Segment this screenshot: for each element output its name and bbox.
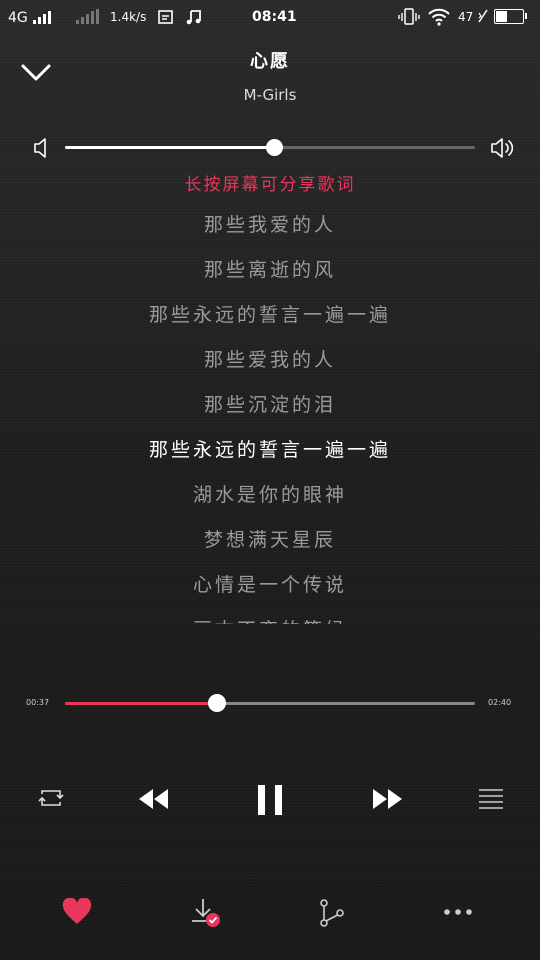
repeat-icon[interactable] [36,786,66,810]
charging-slash-icon [478,9,488,23]
clock: 08:41 [252,9,297,25]
progress-bar[interactable] [65,694,475,712]
network-type: 4G [8,10,28,26]
volume-low-icon[interactable] [32,137,52,159]
volume-slider-fill [65,146,275,149]
progress-bar-fill [65,702,217,705]
volume-slider[interactable] [65,139,475,156]
lyric-line: 那些我爱的人 [203,214,336,236]
lyric-line: 那些爱我的人 [203,349,336,371]
volume-slider-thumb[interactable] [266,139,284,156]
signal-weak-icon [76,9,99,24]
battery-percent: 47 [458,10,474,24]
lyric-line: 亘古不变的等候 [0,605,540,624]
status-bar: 4G 1.4k/s 08:41 47 [0,0,540,34]
battery-fill [496,11,508,22]
lyric-line: 那些永远的誓言一遍一遍 [148,304,391,326]
favorite-icon[interactable] [62,898,92,926]
vibrate-icon [398,8,420,25]
lyric-line-current: 那些永远的誓言一遍一遍 [148,439,391,461]
lyric-line: 心情是一个传说 [192,574,347,596]
more-icon[interactable] [443,906,473,918]
lyrics-view[interactable]: 那些我爱的人 那些离逝的风 那些永远的誓言一遍一遍 那些爱我的人 那些沉淀的泪 那些永远的… [0,200,540,624]
signal-icon [33,10,51,24]
current-time: 00:37 [26,698,50,707]
battery-icon [494,9,527,24]
next-icon[interactable] [371,786,405,812]
wifi-icon [428,8,450,26]
lyrics-share-hint: 长按屏幕可分享歌词 [184,175,356,195]
artist-name[interactable]: M-Girls [0,86,540,104]
download-icon[interactable] [190,896,224,930]
lyric-line: 那些沉淀的泪 [203,394,336,416]
screenshot-icon [158,10,173,24]
volume-high-icon[interactable] [490,137,516,159]
total-time: 02:40 [488,698,512,707]
share-icon[interactable] [318,898,346,928]
previous-icon[interactable] [136,786,170,812]
network-speed: 1.4k/s [110,10,147,24]
lyric-line: 梦想满天星辰 [203,529,336,551]
pause-icon[interactable] [255,783,287,817]
music-note-icon [186,10,201,25]
song-title: 心愿 [250,51,290,72]
lyric-line: 那些离逝的风 [203,259,336,281]
playlist-icon[interactable] [476,787,506,811]
lyric-line: 湖水是你的眼神 [192,484,347,506]
progress-bar-thumb[interactable] [207,694,226,712]
